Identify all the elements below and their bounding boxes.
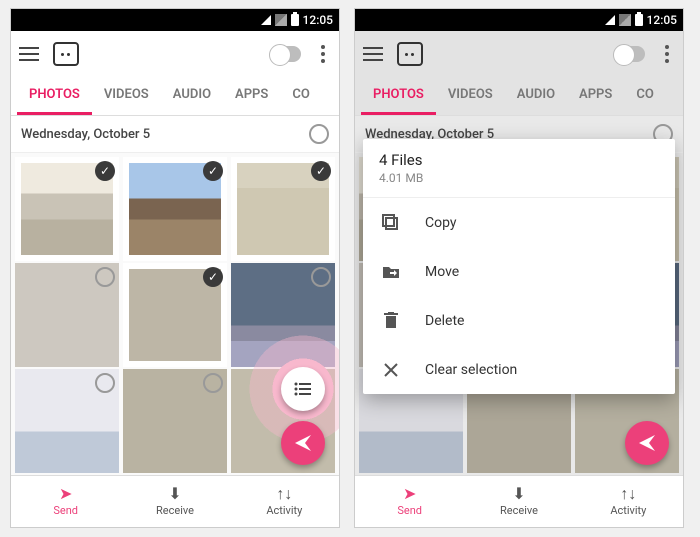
send-icon: ➤ [59,486,72,502]
select-all-toggle[interactable] [309,124,329,144]
trash-icon [381,312,401,330]
nav-activity[interactable]: ↑↓ Activity [230,476,339,527]
menu-item-clear[interactable]: Clear selection [363,346,675,394]
app-bar [355,31,683,77]
bottom-nav: ➤ Send ⬇ Receive ↑↓ Activity [355,475,683,527]
bottom-nav: ➤ Send ⬇ Receive ↑↓ Activity [11,475,339,527]
app-bar [11,31,339,77]
signal-icon [605,15,615,25]
photo-thumb[interactable] [231,263,335,367]
nav-label: Activity [266,504,302,517]
menu-label: Clear selection [425,362,517,378]
nav-label: Receive [500,504,538,517]
tab-apps[interactable]: APPS [567,77,624,115]
selection-size: 4.01 MB [379,171,659,185]
close-icon [381,362,401,378]
selection-count: 4 Files [379,151,659,169]
send-icon [637,433,657,453]
photo-thumb[interactable]: ✓ [123,263,227,367]
photo-thumb[interactable] [123,369,227,473]
menu-icon[interactable] [19,47,39,61]
check-icon: ✓ [95,161,115,181]
app-logo-icon[interactable] [397,42,423,66]
photo-thumb[interactable]: ✓ [123,157,227,261]
cast-toggle[interactable] [615,46,645,62]
download-icon: ⬇ [168,486,181,502]
menu-item-move[interactable]: Move [363,248,675,296]
list-fab[interactable] [281,367,325,411]
phone-right: 12:05 PHOTOS VIDEOS AUDIO APPS CO Wednes… [354,8,684,528]
send-fab[interactable] [281,421,325,465]
app-logo-icon[interactable] [53,42,79,66]
move-icon [381,264,401,280]
menu-item-delete[interactable]: Delete [363,296,675,346]
nav-send[interactable]: ➤ Send [355,476,464,527]
nav-receive[interactable]: ⬇ Receive [120,476,229,527]
date-label: Wednesday, October 5 [21,127,150,142]
menu-label: Move [425,264,459,280]
download-icon: ⬇ [512,486,525,502]
clock: 12:05 [647,13,677,27]
nosim-icon [275,14,287,26]
check-icon: ✓ [311,161,331,181]
tab-audio[interactable]: AUDIO [505,77,567,115]
menu-icon[interactable] [363,47,383,61]
photo-thumb[interactable]: ✓ [231,157,335,261]
nav-receive[interactable]: ⬇ Receive [464,476,573,527]
tab-audio[interactable]: AUDIO [161,77,223,115]
nav-label: Send [53,504,78,517]
list-icon [294,382,312,396]
tab-more[interactable]: CO [624,77,665,115]
date-section-header: Wednesday, October 5 [11,116,339,153]
status-bar: 12:05 [355,9,683,31]
cast-toggle[interactable] [271,46,301,62]
tab-apps[interactable]: APPS [223,77,280,115]
overflow-icon[interactable] [315,45,331,63]
tab-photos[interactable]: PHOTOS [17,77,92,115]
photo-thumb[interactable] [15,369,119,473]
select-ring-icon [95,267,115,287]
signal-icon [261,15,271,25]
nav-activity[interactable]: ↑↓ Activity [574,476,683,527]
overflow-icon[interactable] [659,45,675,63]
nav-send[interactable]: ➤ Send [11,476,120,527]
nav-label: Send [397,504,422,517]
activity-icon: ↑↓ [620,486,636,502]
photo-thumb[interactable] [15,263,119,367]
selection-action-menu: 4 Files 4.01 MB Copy Move Delete [363,139,675,394]
activity-icon: ↑↓ [276,486,292,502]
category-tabs: PHOTOS VIDEOS AUDIO APPS CO [11,77,339,116]
battery-icon [291,14,299,26]
select-ring-icon [95,373,115,393]
status-bar: 12:05 [11,9,339,31]
select-ring-icon [311,267,331,287]
category-tabs: PHOTOS VIDEOS AUDIO APPS CO [355,77,683,116]
tab-videos[interactable]: VIDEOS [436,77,505,115]
select-ring-icon [203,373,223,393]
nosim-icon [619,14,631,26]
nav-label: Receive [156,504,194,517]
menu-label: Delete [425,313,464,329]
send-icon [293,433,313,453]
menu-header: 4 Files 4.01 MB [363,139,675,198]
menu-label: Copy [425,215,457,231]
send-fab[interactable] [625,421,669,465]
tab-videos[interactable]: VIDEOS [92,77,161,115]
photo-thumb[interactable]: ✓ [15,157,119,261]
phone-left: 12:05 PHOTOS VIDEOS AUDIO APPS CO Wednes… [10,8,340,528]
send-icon: ➤ [403,486,416,502]
check-icon: ✓ [203,267,223,287]
check-icon: ✓ [203,161,223,181]
menu-item-copy[interactable]: Copy [363,198,675,248]
tab-photos[interactable]: PHOTOS [361,77,436,115]
copy-icon [381,214,401,232]
clock: 12:05 [303,13,333,27]
battery-icon [635,14,643,26]
nav-label: Activity [610,504,646,517]
tab-more[interactable]: CO [280,77,321,115]
